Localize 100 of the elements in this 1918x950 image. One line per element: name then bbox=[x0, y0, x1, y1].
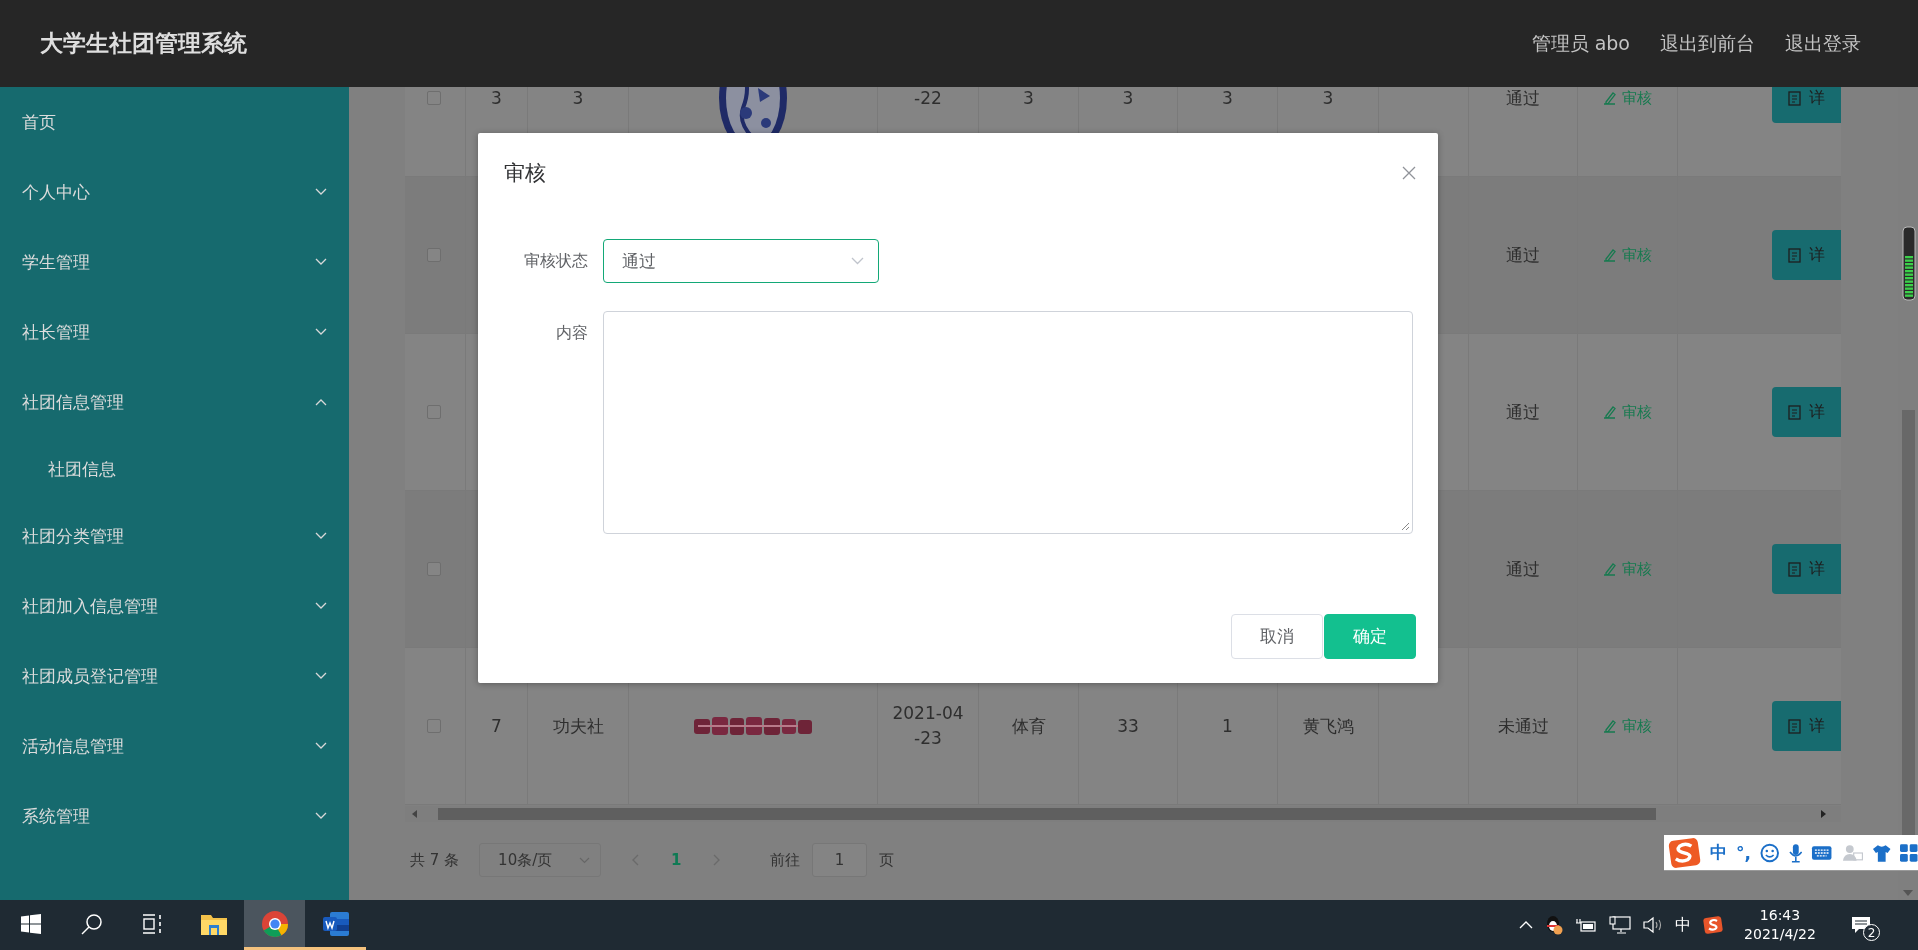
header-link[interactable]: 退出登录 bbox=[1785, 30, 1861, 57]
header-link[interactable]: 退出到前台 bbox=[1660, 30, 1755, 57]
total-count: 共 7 条 bbox=[410, 850, 460, 870]
table-cell: 3 bbox=[1122, 88, 1134, 108]
pencil-icon bbox=[1603, 719, 1616, 733]
table-cell: 3 bbox=[572, 88, 584, 108]
shirt-icon[interactable] bbox=[1872, 843, 1892, 862]
input-method-icon[interactable] bbox=[1703, 915, 1723, 935]
table-cell-text: -22 bbox=[913, 87, 943, 110]
document-icon bbox=[1788, 561, 1801, 577]
microphone-icon[interactable] bbox=[1788, 842, 1803, 863]
detail-button[interactable]: 详 bbox=[1772, 544, 1841, 594]
detail-button[interactable]: 详 bbox=[1772, 387, 1841, 437]
browser-icon bbox=[260, 909, 289, 938]
chevron-up-icon[interactable] bbox=[1519, 921, 1533, 929]
ime-punctuation[interactable]: °, bbox=[1736, 842, 1752, 863]
document-icon bbox=[1788, 247, 1801, 263]
status-text: 通过 bbox=[1506, 87, 1540, 110]
input-mode-indicator[interactable]: 中 bbox=[1675, 914, 1691, 936]
pencil-icon bbox=[1603, 405, 1616, 419]
menu-label: 社团分类管理 bbox=[22, 524, 124, 548]
input-method-icon[interactable] bbox=[1668, 836, 1702, 869]
table-cell-text: 2021-04-23 bbox=[891, 702, 965, 750]
chevron-down-icon bbox=[315, 258, 327, 266]
status-text: 未通过 bbox=[1497, 714, 1549, 738]
clock[interactable]: 16:43 2021/4/22 bbox=[1735, 906, 1825, 944]
chevron-down-icon bbox=[315, 812, 327, 820]
table-cell: 1 bbox=[1222, 716, 1233, 736]
app-title: 大学生社团管理系统 bbox=[40, 29, 248, 58]
menu-label: 社长管理 bbox=[22, 320, 90, 344]
document-icon bbox=[1788, 404, 1801, 420]
chevron-down-icon bbox=[315, 602, 327, 610]
battery-icon[interactable] bbox=[1575, 918, 1597, 932]
pencil-icon bbox=[1603, 91, 1616, 105]
level-meter-icon bbox=[1902, 226, 1916, 301]
table-cell: 功夫社 bbox=[552, 714, 604, 738]
taskbar-app[interactable] bbox=[244, 900, 305, 950]
sidebar-item[interactable]: 个人中心 bbox=[0, 157, 349, 227]
scroll-right-icon bbox=[1819, 810, 1827, 818]
detail-button[interactable]: 详 bbox=[1772, 87, 1841, 123]
status-text: 通过 bbox=[1506, 243, 1540, 267]
notification-count: 2 bbox=[1863, 924, 1880, 941]
goto-label: 前往 bbox=[770, 850, 801, 870]
sidebar-item[interactable]: 社团分类管理 bbox=[0, 501, 349, 571]
smiley-icon[interactable] bbox=[1760, 842, 1780, 863]
field-label: 审核状态 bbox=[523, 250, 589, 272]
sidebar-item[interactable]: 社团加入信息管理 bbox=[0, 571, 349, 641]
scroll-left-icon bbox=[411, 810, 419, 818]
grid-icon[interactable] bbox=[1900, 843, 1918, 862]
table-cell: 体育 bbox=[1011, 714, 1046, 738]
sidebar-item[interactable]: 社团信息管理 bbox=[0, 367, 349, 437]
detail-button[interactable]: 详 bbox=[1772, 230, 1841, 280]
menu-label: 首页 bbox=[22, 110, 56, 134]
page-input[interactable]: 1 bbox=[812, 843, 868, 877]
table-cell: 33 bbox=[1117, 716, 1139, 736]
header-link[interactable]: 管理员 abo bbox=[1531, 30, 1630, 57]
chevron-down-icon bbox=[315, 188, 327, 196]
sidebar-item[interactable]: 活动信息管理 bbox=[0, 711, 349, 781]
table-cell: 3 bbox=[491, 88, 502, 108]
chevron-down-icon bbox=[851, 257, 864, 265]
table-cell: 3 bbox=[1222, 88, 1233, 108]
task-view-icon bbox=[141, 913, 164, 934]
document-app-icon bbox=[321, 909, 350, 938]
pencil-icon bbox=[1603, 562, 1616, 576]
menu-label: 学生管理 bbox=[22, 250, 90, 274]
table-cell: 7 bbox=[491, 716, 502, 736]
menu-label: 社团加入信息管理 bbox=[22, 594, 158, 618]
dialog-title: 审核 bbox=[504, 160, 546, 187]
table-cell: 黄飞鸿 bbox=[1302, 714, 1354, 738]
ime-mode[interactable]: 中 bbox=[1710, 841, 1728, 864]
close-icon[interactable] bbox=[1402, 166, 1416, 180]
keyboard-icon[interactable] bbox=[1811, 844, 1833, 861]
menu-label: 系统管理 bbox=[22, 804, 90, 828]
page-size-select[interactable]: 10条/页 bbox=[479, 843, 602, 877]
chevron-down-icon bbox=[315, 328, 327, 336]
sidebar-item[interactable]: 学生管理 bbox=[0, 227, 349, 297]
table-cell: 3 bbox=[1023, 88, 1034, 108]
field-label: 内容 bbox=[555, 322, 589, 344]
detail-button[interactable]: 详 bbox=[1772, 701, 1841, 751]
resize-handle-icon[interactable] bbox=[1401, 522, 1410, 531]
search-icon bbox=[80, 912, 103, 935]
sidebar-item[interactable]: 社团成员登记管理 bbox=[0, 641, 349, 711]
network-icon[interactable] bbox=[1609, 916, 1631, 934]
chevron-down-icon bbox=[315, 672, 327, 680]
sidebar-item[interactable]: 社长管理 bbox=[0, 297, 349, 367]
sidebar-item[interactable]: 系统管理 bbox=[0, 781, 349, 851]
status-text: 通过 bbox=[1506, 400, 1540, 424]
menu-label: 社团成员登记管理 bbox=[22, 664, 158, 688]
submenu-item[interactable]: 社团信息 bbox=[0, 437, 349, 501]
sidebar-item[interactable]: 首页 bbox=[0, 87, 349, 157]
status-select[interactable]: 通过 bbox=[603, 239, 879, 283]
windows-icon bbox=[20, 913, 41, 934]
cancel-button[interactable]: 取消 bbox=[1231, 614, 1323, 659]
chevron-down-icon bbox=[315, 742, 327, 750]
pencil-icon bbox=[1603, 248, 1616, 262]
speaker-icon[interactable] bbox=[1643, 916, 1663, 934]
chevron-down-icon bbox=[315, 532, 327, 540]
clock-date: 2021/4/22 bbox=[1744, 925, 1816, 944]
notification-button[interactable]: 2 bbox=[1837, 900, 1885, 950]
penguin-icon[interactable] bbox=[1545, 915, 1563, 935]
